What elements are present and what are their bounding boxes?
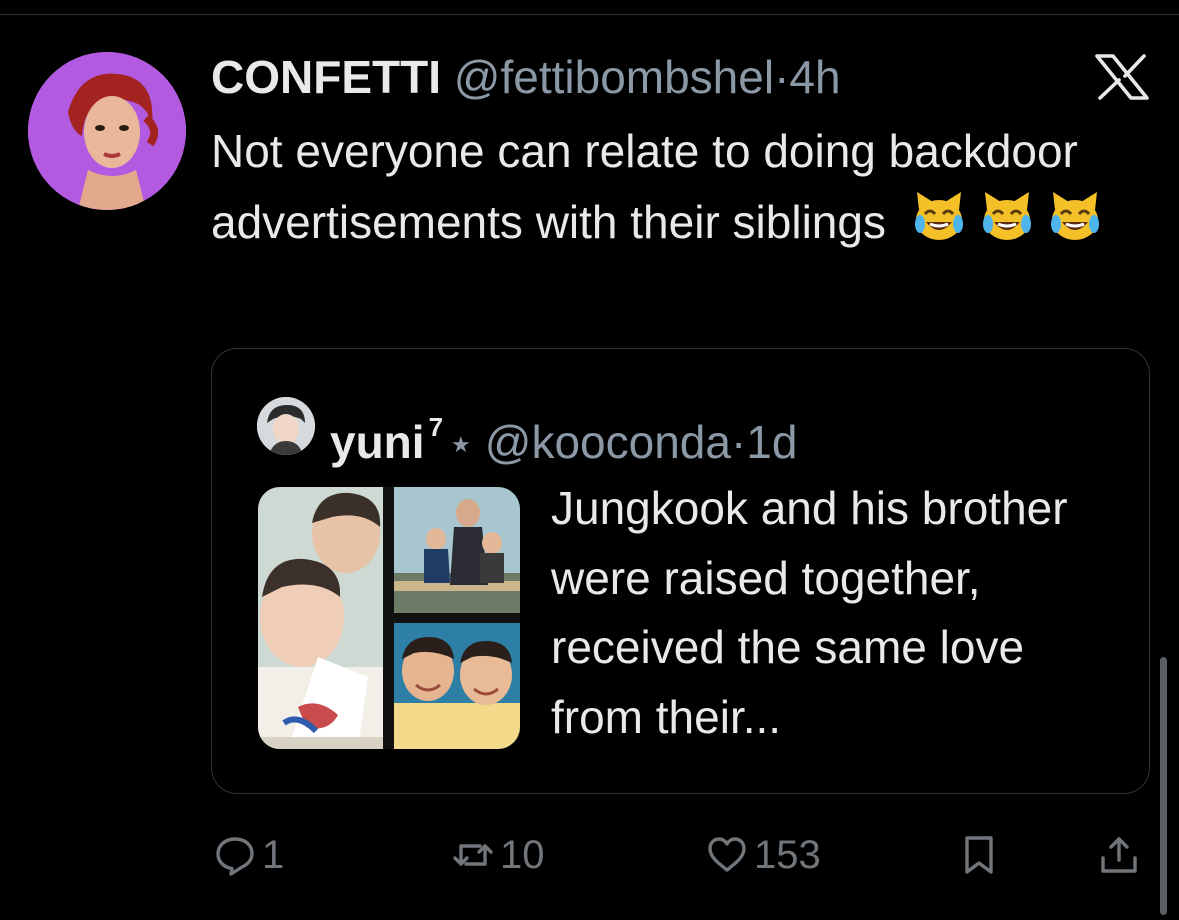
tweet-timestamp[interactable]: 4h bbox=[789, 51, 840, 103]
heart-icon bbox=[708, 837, 746, 872]
quoted-tweet-text: Jungkook and his brother were raised tog… bbox=[551, 482, 1068, 743]
top-divider bbox=[0, 14, 1179, 15]
tweet-text: Not everyone can relate to doing backdoo… bbox=[211, 116, 1111, 264]
like-count: 153 bbox=[754, 832, 821, 877]
photo-two-children bbox=[258, 487, 383, 749]
quoted-media-grid[interactable] bbox=[258, 487, 520, 749]
quoted-avatar-image bbox=[257, 397, 315, 455]
x-logo-icon[interactable] bbox=[1094, 54, 1150, 100]
tweet-action-bar: 1 10 153 bbox=[0, 825, 1179, 885]
retweet-count: 10 bbox=[500, 832, 545, 877]
cat-tears-of-joy-icon bbox=[1050, 192, 1099, 240]
quoted-author-avatar[interactable] bbox=[257, 397, 315, 455]
author-avatar-image bbox=[28, 52, 186, 210]
bookmark-button[interactable] bbox=[958, 825, 1000, 885]
like-button[interactable]: 153 bbox=[706, 825, 821, 885]
quoted-name-symbol: ★ bbox=[451, 432, 471, 457]
quoted-name-badge: 7 bbox=[428, 412, 444, 442]
reply-icon bbox=[216, 837, 254, 876]
photo-family-outdoors bbox=[394, 487, 520, 613]
header-separator: · bbox=[774, 51, 790, 103]
emoji-group bbox=[899, 188, 1103, 264]
retweet-icon bbox=[453, 844, 493, 866]
cat-tears-of-joy-icon bbox=[914, 192, 963, 240]
quoted-tweet-header: yuni 7 ★ @kooconda·1d bbox=[330, 400, 797, 472]
media-photo-top-right[interactable] bbox=[394, 487, 520, 613]
quoted-timestamp[interactable]: 1d bbox=[746, 416, 797, 468]
reply-count: 1 bbox=[262, 832, 285, 877]
share-button[interactable] bbox=[1098, 825, 1140, 885]
tweet-header: CONFETTI @fettibombshel·4h bbox=[211, 50, 841, 104]
media-photo-left[interactable] bbox=[258, 487, 383, 749]
retweet-button[interactable]: 10 bbox=[452, 825, 545, 885]
bookmark-icon bbox=[965, 836, 993, 874]
author-avatar[interactable] bbox=[28, 52, 186, 210]
scrollbar[interactable] bbox=[1160, 657, 1167, 915]
author-handle[interactable]: @fettibombshel bbox=[454, 51, 774, 103]
photo-two-boys-smiling bbox=[394, 623, 520, 749]
media-photo-bottom-right[interactable] bbox=[394, 623, 520, 749]
share-icon bbox=[1101, 837, 1137, 873]
quoted-author-handle[interactable]: @kooconda bbox=[485, 416, 731, 468]
reply-button[interactable]: 1 bbox=[214, 825, 284, 885]
quoted-author-name[interactable]: yuni bbox=[330, 416, 425, 468]
author-display-name[interactable]: CONFETTI bbox=[211, 51, 441, 103]
cat-tears-of-joy-icon bbox=[982, 192, 1031, 240]
quoted-header-separator: · bbox=[730, 416, 747, 468]
